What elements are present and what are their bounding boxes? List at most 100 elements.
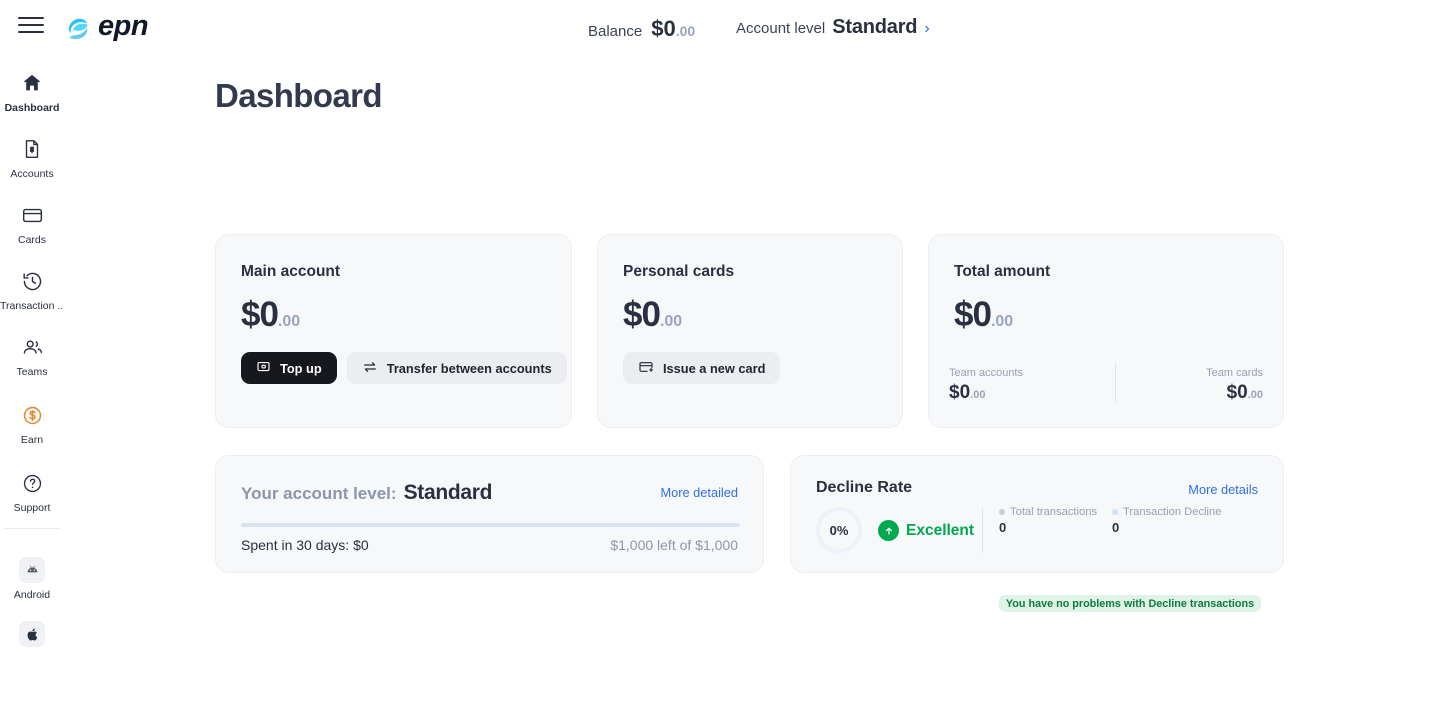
personal-cards-title: Personal cards <box>623 263 735 280</box>
balance-label: Balance <box>588 23 643 40</box>
total-amount-whole: $0 <box>954 295 992 334</box>
total-amount-cents: .00 <box>990 313 1014 330</box>
team-accounts-amount: $0.00 <box>949 382 1023 404</box>
android-icon-wrap <box>19 557 45 583</box>
transfer-label: Transfer between accounts <box>386 360 552 376</box>
transfer-between-accounts-button[interactable]: Transfer between accounts <box>346 352 567 384</box>
total-amount-value: $0.00 <box>954 295 1013 335</box>
total-transactions-value: 0 <box>999 520 1007 535</box>
sidebar-item-apple[interactable] <box>0 601 64 653</box>
main-account-amount-cents: .00 <box>277 313 301 330</box>
total-amount-card: Total amount $0.00 Team accounts $0.00 T… <box>928 234 1284 428</box>
app-root: epn Balance $0.00 Account level Standard… <box>0 0 1434 718</box>
decline-rate-message: You have no problems with Decline transa… <box>999 595 1261 612</box>
transfer-arrows-icon <box>362 359 378 378</box>
sidebar-item-android[interactable]: Android <box>0 535 64 601</box>
sidebar-item-label: Android <box>13 589 51 601</box>
chevron-right-icon: › <box>924 20 930 37</box>
sidebar-item-label: Transaction ... <box>0 300 64 312</box>
document-dollar-icon <box>21 136 43 162</box>
account-level-card-value: Standard <box>403 481 493 504</box>
sidebar-item-accounts[interactable]: Accounts <box>0 114 64 180</box>
sidebar-item-label: Cards <box>17 234 46 246</box>
left-text: $1,000 left of $1,000 <box>610 537 738 553</box>
account-level-switcher[interactable]: Account level Standard › <box>736 16 930 39</box>
epn-swoosh-icon <box>64 12 93 41</box>
decline-rate-percent: 0% <box>829 522 849 538</box>
team-cards-amount: $0.00 <box>1206 382 1263 404</box>
apple-icon <box>19 621 45 647</box>
sidebar-item-transaction-history[interactable]: Transaction ... <box>0 246 64 312</box>
account-level-label: Account level <box>736 20 826 37</box>
sidebar-item-dashboard[interactable]: Dashboard <box>0 56 64 114</box>
account-level-value: Standard <box>832 16 918 38</box>
loading-placeholder: ... ... <box>479 176 599 190</box>
decline-rate-divider <box>982 508 983 553</box>
dollar-coin-icon <box>21 402 44 428</box>
personal-cards-amount: $0.00 <box>623 295 682 335</box>
loading-placeholder-left: ... <box>479 180 484 186</box>
account-level-card: Your account level: Standard More detail… <box>215 455 764 573</box>
sidebar-item-label: Support <box>13 502 51 514</box>
home-icon <box>21 70 43 96</box>
total-transactions-label: Total transactions <box>999 506 1097 518</box>
balance-whole: $0 <box>651 16 676 41</box>
transaction-decline-stat: Transaction Decline 0 <box>1112 506 1221 535</box>
more-details-link[interactable]: More details <box>1188 482 1258 497</box>
decline-rate-status-label: Excellent <box>906 521 975 539</box>
total-amount-divider <box>1115 363 1116 403</box>
app-logo[interactable]: epn <box>64 10 149 42</box>
sidebar-item-label: Teams <box>16 366 48 378</box>
spent-text: Spent in 30 days: $0 <box>241 537 369 553</box>
decline-rate-card: Decline Rate More details 0% Excellent T… <box>790 455 1284 612</box>
main-account-amount-whole: $0 <box>241 295 279 334</box>
transaction-decline-label: Transaction Decline <box>1112 506 1221 518</box>
main-account-title: Main account <box>241 263 341 280</box>
decline-rate-status: Excellent <box>878 520 974 541</box>
sidebar-item-label: Earn <box>20 434 44 446</box>
users-icon <box>21 334 44 360</box>
loading-placeholder-right: ... <box>538 180 543 186</box>
more-detailed-link[interactable]: More detailed <box>660 485 738 500</box>
total-amount-title: Total amount <box>954 263 1051 280</box>
total-transactions-stat: Total transactions 0 <box>999 506 1097 535</box>
team-cards-label: Team cards <box>1206 367 1263 379</box>
top-up-button[interactable]: Top up <box>241 352 337 384</box>
page-title: Dashboard <box>215 77 383 114</box>
team-accounts-stat: Team accounts $0.00 <box>949 367 1023 404</box>
spend-progress-bar <box>241 523 740 527</box>
decline-rate-ring: 0% <box>816 507 862 553</box>
personal-cards-amount-cents: .00 <box>659 313 683 330</box>
top-up-label: Top up <box>280 360 322 376</box>
decline-rate-title: Decline Rate <box>816 479 913 496</box>
main-account-card: Main account $0.00 Top up Transfer betwe… <box>215 234 572 428</box>
sidebar-divider <box>4 528 60 529</box>
team-cards-cents: .00 <box>1247 389 1263 401</box>
sidebar-item-cards[interactable]: Cards <box>0 180 64 246</box>
hamburger-menu-icon[interactable] <box>18 14 44 36</box>
logo-text: epn <box>98 10 149 42</box>
account-level-prefix: Your account level: <box>241 484 397 503</box>
history-clock-icon <box>21 268 44 294</box>
team-cards-whole: $0 <box>1226 382 1248 403</box>
apple-icon-wrap <box>19 621 45 647</box>
top-bar: epn Balance $0.00 Account level Standard… <box>0 0 1434 56</box>
sidebar: Dashboard Accounts Cards Transaction ...… <box>0 56 64 718</box>
sidebar-item-support[interactable]: Support <box>0 446 64 514</box>
credit-card-icon <box>21 202 44 228</box>
main-content: Dashboard ... ... Main account $0.00 Top… <box>64 56 1434 718</box>
sidebar-item-earn[interactable]: Earn <box>0 378 64 446</box>
sidebar-item-teams[interactable]: Teams <box>0 312 64 378</box>
card-plus-icon <box>638 359 654 378</box>
personal-cards-card: Personal cards $0.00 Issue a new card <box>597 234 903 428</box>
android-icon <box>19 557 45 583</box>
legend-dot-decline <box>1112 509 1118 515</box>
arrow-up-circle-icon <box>878 520 899 541</box>
wallet-icon <box>256 359 271 377</box>
balance-amount: $0.00 <box>651 16 695 42</box>
transaction-decline-text: Transaction Decline <box>1123 506 1222 518</box>
question-circle-icon <box>21 470 44 496</box>
sidebar-item-label: Accounts <box>10 168 54 180</box>
transaction-decline-value: 0 <box>1112 520 1120 535</box>
issue-new-card-button[interactable]: Issue a new card <box>623 352 781 384</box>
